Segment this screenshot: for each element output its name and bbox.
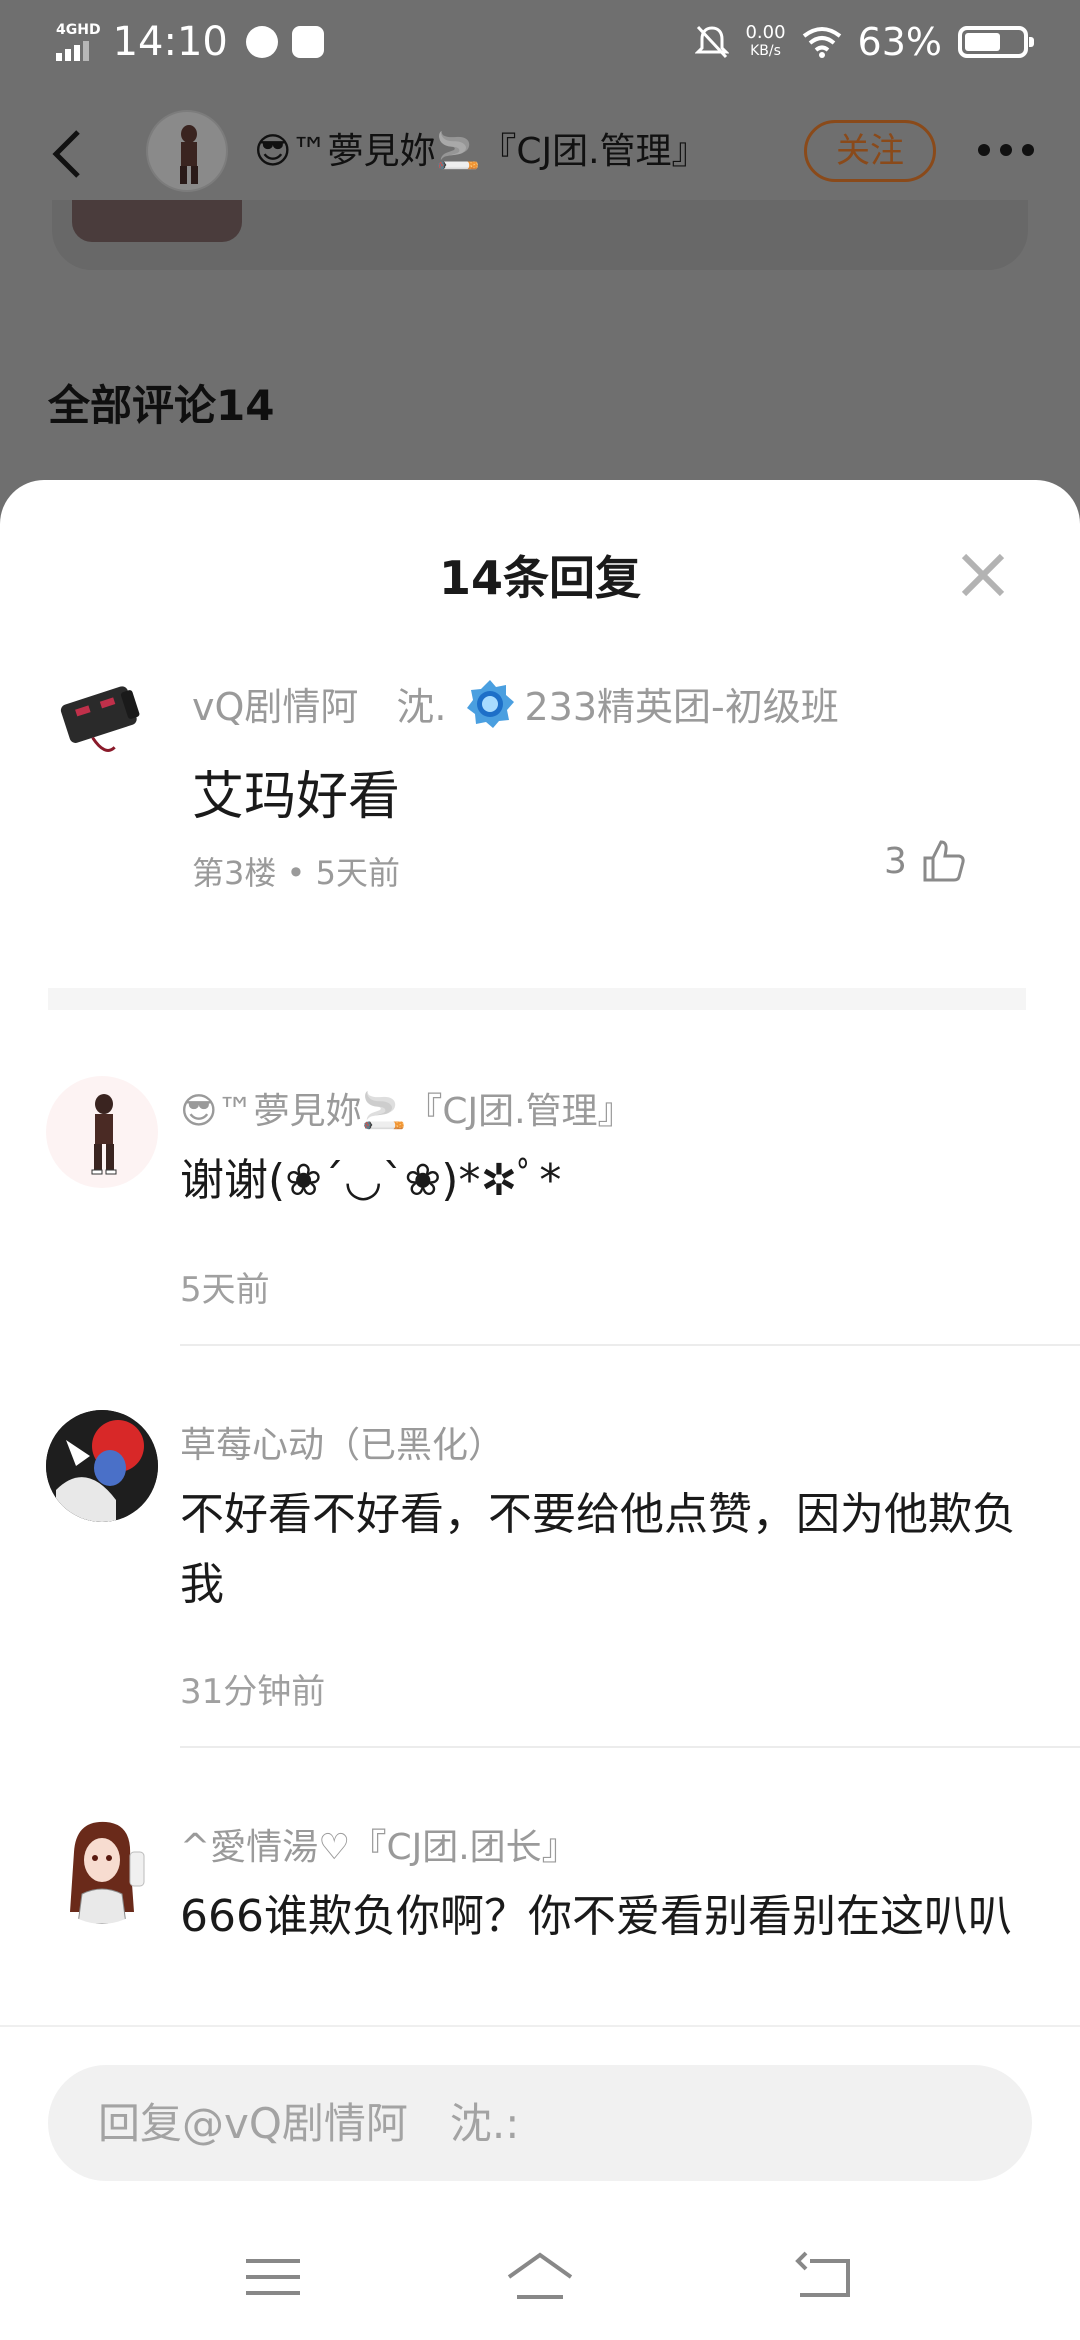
comment-meta: 第3楼 • 5天前 (192, 854, 400, 892)
reply-text: 666谁欺负你啊？你不爱看别看别在这叭叭 (180, 1891, 1012, 1942)
network-type: 4GHD (56, 22, 101, 38)
system-nav-bar (0, 2217, 1080, 2337)
reply-text: 谢谢(❀´◡`❀)*✲ﾟ* (180, 1155, 562, 1206)
battery-icon (958, 26, 1034, 58)
menu-icon[interactable] (238, 2247, 308, 2307)
reply-text: 不好看不好看，不要给他点赞，因为他欺负我 (180, 1489, 1016, 1610)
comment-author: vQ剧情阿 沈. 233精英团-初级班 (192, 676, 839, 731)
avatar[interactable] (46, 1076, 158, 1188)
reply-input[interactable] (48, 2065, 1032, 2181)
reply-time: 31分钟前 (180, 1672, 326, 1712)
divider (180, 1746, 1080, 1748)
clock: 14:10 (112, 19, 228, 65)
avatar[interactable] (46, 660, 156, 770)
status-bar: 4GHD 14:10 0.00 KB/s 63% (0, 0, 1080, 84)
back-arrow-icon[interactable] (44, 122, 92, 186)
post-card (52, 200, 1028, 270)
like-count: 3 (884, 840, 907, 882)
reply-input-area (0, 2025, 1080, 2340)
play-icon (291, 26, 324, 58)
sheet-title: 14条回复 (438, 551, 641, 605)
like-button[interactable]: 3 (884, 838, 967, 884)
home-icon[interactable] (505, 2247, 575, 2307)
speedometer-icon (245, 26, 278, 58)
author-avatar[interactable] (146, 110, 228, 192)
background-page: 4GHD 14:10 0.00 KB/s 63% 😎™夢見妳🚬『CJ团.管理』 … (0, 0, 1080, 520)
network-speed: 0.00 KB/s (745, 22, 786, 60)
thumbs-up-icon (923, 840, 965, 882)
medal-badge-icon (467, 679, 515, 728)
reply-author[interactable]: ^愛情湯♡『CJ团.团长』 (180, 1818, 578, 1870)
comment-text: 艾玛好看 (192, 767, 401, 827)
signal-icon: 4GHD (56, 23, 101, 61)
reply-author[interactable]: 草莓心动（已黑化） (180, 1416, 504, 1468)
wifi-icon (802, 27, 841, 58)
screen: 4GHD 14:10 0.00 KB/s 63% 😎™夢見妳🚬『CJ团.管理』 … (0, 0, 1080, 2340)
all-comments-title: 全部评论14 (48, 381, 275, 430)
reply-time: 5天前 (180, 1270, 270, 1310)
replies-sheet: 14条回复 vQ剧情阿 沈. 233精英团-初级班 艾玛好看 第3楼 • 5天前… (0, 480, 1080, 2340)
post-thumbnail (72, 200, 242, 242)
back-icon[interactable] (790, 2247, 860, 2307)
username[interactable]: vQ剧情阿 沈. (192, 676, 446, 731)
battery-percent: 63% (857, 20, 942, 64)
author-name[interactable]: 😎™夢見妳🚬『CJ团.管理』 (254, 122, 708, 174)
follow-button[interactable]: 关注 (804, 120, 936, 182)
reply-author[interactable]: 😎™夢見妳🚬『CJ团.管理』 (180, 1082, 634, 1134)
mute-bell-icon (695, 25, 730, 59)
avatar[interactable] (46, 1410, 158, 1522)
close-icon[interactable] (958, 550, 1008, 600)
badge-label: 233精英团-初级班 (524, 685, 839, 729)
divider (180, 1344, 1080, 1346)
section-separator (48, 988, 1026, 1010)
battery-fill (965, 33, 1001, 51)
more-options-icon[interactable] (978, 144, 1034, 156)
avatar[interactable] (46, 1812, 158, 1924)
